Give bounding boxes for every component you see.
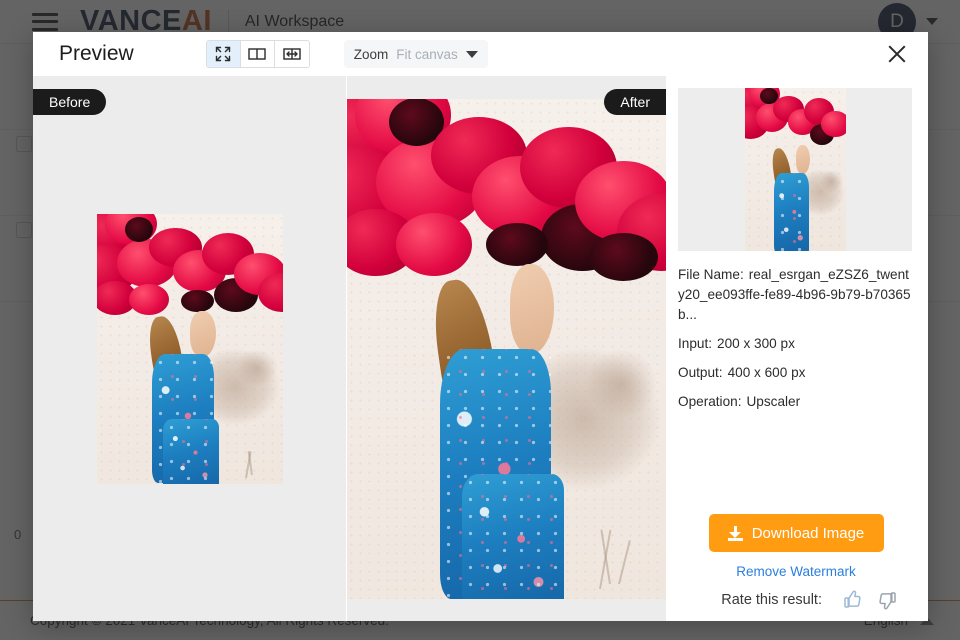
view-mode-fit-screen[interactable] bbox=[206, 41, 241, 67]
meta-input-label: Input: bbox=[678, 336, 713, 351]
result-thumbnail bbox=[678, 88, 912, 251]
thumbnail-image bbox=[744, 88, 846, 251]
before-image bbox=[96, 213, 283, 484]
info-panel: File Name: real_esrgan_eZSZ6_twenty20_ee0… bbox=[666, 76, 928, 621]
rating-bar: Rate this result: bbox=[666, 579, 928, 621]
meta-operation-label: Operation: bbox=[678, 394, 742, 409]
rating-label: Rate this result: bbox=[721, 592, 822, 608]
meta-file-name-label: File Name: bbox=[678, 267, 744, 282]
meta-operation-value: Upscaler bbox=[746, 394, 801, 409]
modal-body: Before After File Name: real_esrgan_eZSZ… bbox=[33, 76, 928, 621]
zoom-value: Fit canvas bbox=[396, 46, 458, 62]
view-mode-slider-compare[interactable] bbox=[274, 41, 309, 67]
view-mode-group bbox=[205, 40, 310, 68]
compare-slider-icon bbox=[283, 48, 301, 60]
close-icon[interactable] bbox=[884, 41, 910, 67]
download-icon bbox=[727, 525, 743, 541]
remove-watermark-link[interactable]: Remove Watermark bbox=[678, 564, 914, 579]
meta-output-label: Output: bbox=[678, 365, 723, 380]
meta-input-value: 200 x 300 px bbox=[717, 336, 795, 351]
after-badge: After bbox=[604, 89, 666, 115]
zoom-select[interactable]: Zoom Fit canvas bbox=[343, 40, 488, 68]
before-badge: Before bbox=[33, 89, 107, 115]
split-view-icon bbox=[248, 48, 266, 60]
zoom-label: Zoom bbox=[353, 46, 389, 62]
meta-operation: Operation: Upscaler bbox=[678, 392, 914, 412]
page-title: Preview bbox=[59, 42, 134, 65]
modal-header: Preview Zoom Fit canvas bbox=[33, 32, 928, 76]
thumbs-down-icon[interactable] bbox=[876, 588, 900, 612]
expand-arrows-icon bbox=[216, 46, 231, 62]
meta-output-value: 400 x 600 px bbox=[727, 365, 806, 380]
before-panel: Before bbox=[33, 76, 346, 621]
thumbs-up-icon[interactable] bbox=[840, 588, 864, 612]
meta-file-name: File Name: real_esrgan_eZSZ6_twenty20_ee0… bbox=[678, 265, 914, 325]
meta-output: Output: 400 x 600 px bbox=[678, 363, 914, 383]
download-button-label: Download Image bbox=[751, 524, 865, 542]
preview-modal: Preview Zoom Fit canvas Before After Fil… bbox=[33, 32, 928, 621]
caret-down-icon[interactable] bbox=[465, 50, 478, 58]
download-actions: Download Image Remove Watermark bbox=[666, 514, 928, 579]
view-mode-side-by-side[interactable] bbox=[240, 41, 275, 67]
after-panel: After bbox=[347, 76, 666, 621]
after-image bbox=[347, 98, 666, 599]
meta-input: Input: 200 x 300 px bbox=[678, 334, 914, 354]
download-image-button[interactable]: Download Image bbox=[708, 514, 884, 552]
file-metadata: File Name: real_esrgan_eZSZ6_twenty20_ee0… bbox=[666, 251, 928, 421]
page-root: VANCEAI AI Workspace D 0 Copyright © 202… bbox=[0, 0, 960, 640]
